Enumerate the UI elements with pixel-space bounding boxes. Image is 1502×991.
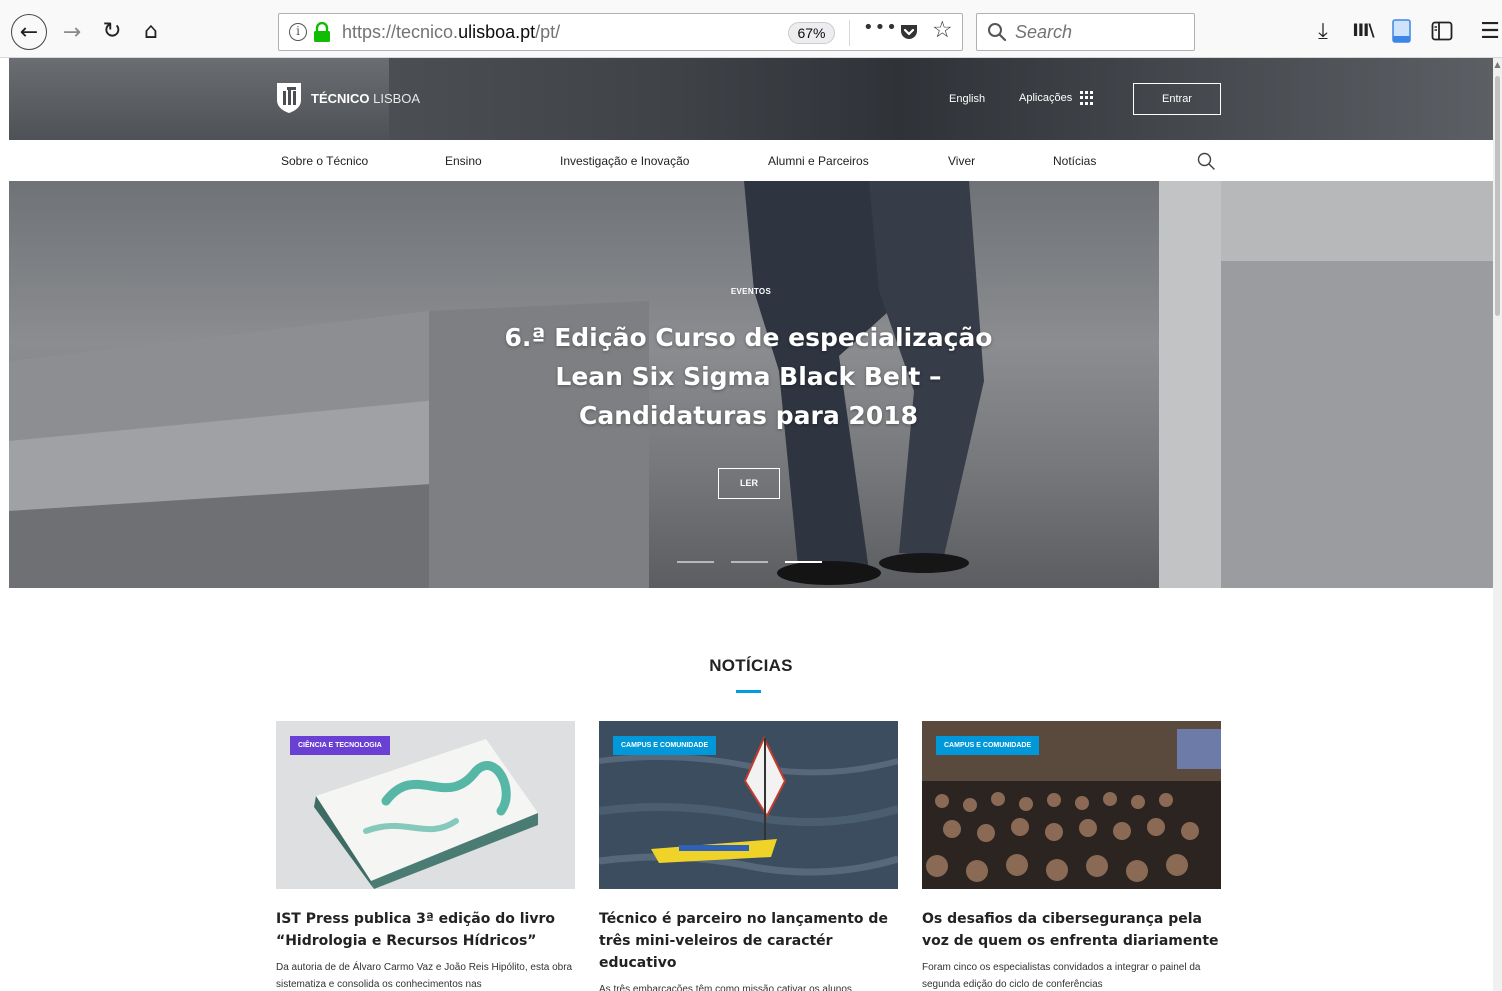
apps-menu[interactable]: Aplicações [1019,91,1094,105]
slider-dot-2[interactable] [731,561,768,563]
url-domain: ulisboa.pt [458,22,536,42]
apps-label: Aplicações [1019,92,1073,104]
news-section-underline [736,690,761,693]
nav-item-viver[interactable]: Viver [948,154,975,168]
page-actions-icon[interactable]: ••• [863,17,898,38]
news-card-image[interactable]: CAMPUS E COMUNIDADE [599,721,898,889]
logo-text-bold: TÉCNICO [311,90,370,106]
news-card-excerpt: As três embarcações têm como missão cati… [599,984,852,991]
browser-toolbar: ← → ↻ ⌂ i https://tecnico.ulisboa.pt/pt/… [0,0,1502,58]
nav-item-ensino[interactable]: Ensino [445,154,482,168]
news-card-excerpt: Da autoria de de Álvaro Carmo Vaz e João… [276,962,573,990]
url-separator [849,20,850,46]
home-icon[interactable]: ⌂ [137,15,165,47]
nav-item-investigacao[interactable]: Investigação e Inovação [560,154,689,168]
hero-read-button[interactable]: LER [718,468,780,499]
news-card[interactable]: CAMPUS E COMUNIDADE Técnico é parceiro n… [599,721,899,991]
news-card-image[interactable]: CAMPUS E COMUNIDADE [922,721,1221,889]
search-placeholder: Search [1015,22,1073,42]
site-header: TÉCNICO LISBOA English Aplicações Entrar [9,58,1493,140]
hero-slider: EVENTOS 6.ª Edição Curso de especializaç… [9,181,1493,588]
news-card-image[interactable]: CIÊNCIA E TECNOLOGIA [276,721,575,889]
url-text[interactable]: https://tecnico.ulisboa.pt/pt/ [342,22,560,43]
hero-category: EVENTOS [730,287,772,296]
slider-indicators [677,561,822,563]
news-card-title[interactable]: Técnico é parceiro no lançamento de três… [599,908,899,974]
slider-dot-3[interactable] [785,561,822,563]
url-suffix: /pt/ [535,22,561,42]
news-card[interactable]: CAMPUS E COMUNIDADE Os desafios da ciber… [922,721,1222,991]
hero-title: 6.ª Edição Curso de especialização Lean … [504,323,993,430]
logo-text-light: LISBOA [373,90,421,106]
language-link[interactable]: English [949,93,985,105]
back-icon[interactable]: ← [11,14,47,50]
address-bar[interactable]: i https://tecnico.ulisboa.pt/pt/ 67% •••… [278,13,963,51]
logo-shield-icon [277,83,301,113]
reload-icon[interactable]: ↻ [98,15,126,47]
nav-item-alumni[interactable]: Alumni e Parceiros [768,154,869,168]
sidebar-icon[interactable] [1431,20,1453,42]
news-card-title[interactable]: Os desafios da cibersegurança pela voz d… [922,908,1222,952]
bookmark-star-icon[interactable]: ☆ [932,17,953,43]
login-button[interactable]: Entrar [1133,83,1221,115]
search-icon [988,23,1007,42]
url-prefix: https://tecnico. [342,22,459,42]
news-card-badge[interactable]: CIÊNCIA E TECNOLOGIA [290,736,390,755]
news-card-badge[interactable]: CAMPUS E COMUNIDADE [936,736,1040,755]
main-navigation: Sobre o Técnico Ensino Investigação e In… [9,140,1493,181]
download-icon[interactable]: ⤓ [1310,17,1336,45]
news-card-excerpt: Foram cinco os especialistas convidados … [922,962,1201,990]
reader-icon[interactable] [1392,19,1412,43]
scroll-up-arrow-icon[interactable]: ▲ [1493,60,1502,70]
news-section-title: NOTÍCIAS [709,656,793,675]
page-scrollbar[interactable]: ▲ [1493,58,1502,991]
info-icon[interactable]: i [289,23,307,41]
menu-icon[interactable]: ☰ [1478,17,1502,45]
nav-item-sobre[interactable]: Sobre o Técnico [281,154,368,168]
web-page: TÉCNICO LISBOA English Aplicações Entrar… [9,58,1493,991]
news-card-title[interactable]: IST Press publica 3ª edição do livro “Hi… [276,908,576,952]
apps-grid-icon [1080,91,1094,105]
forward-icon[interactable]: → [58,17,86,47]
news-card-badge[interactable]: CAMPUS E COMUNIDADE [613,736,717,755]
news-card[interactable]: CIÊNCIA E TECNOLOGIA IST Press publica 3… [276,721,576,991]
logo-text: TÉCNICO LISBOA [311,91,420,106]
slider-dot-1[interactable] [677,561,714,563]
lock-icon [314,22,330,42]
site-search-icon[interactable] [1197,152,1215,170]
scrollbar-thumb[interactable] [1495,76,1500,316]
pocket-icon[interactable] [899,22,919,42]
nav-item-noticias[interactable]: Notícias [1053,154,1096,168]
zoom-level-badge[interactable]: 67% [788,22,835,44]
search-bar[interactable]: Search [976,13,1195,51]
library-icon[interactable]: III\ [1350,17,1376,45]
site-logo[interactable]: TÉCNICO LISBOA [276,82,420,114]
